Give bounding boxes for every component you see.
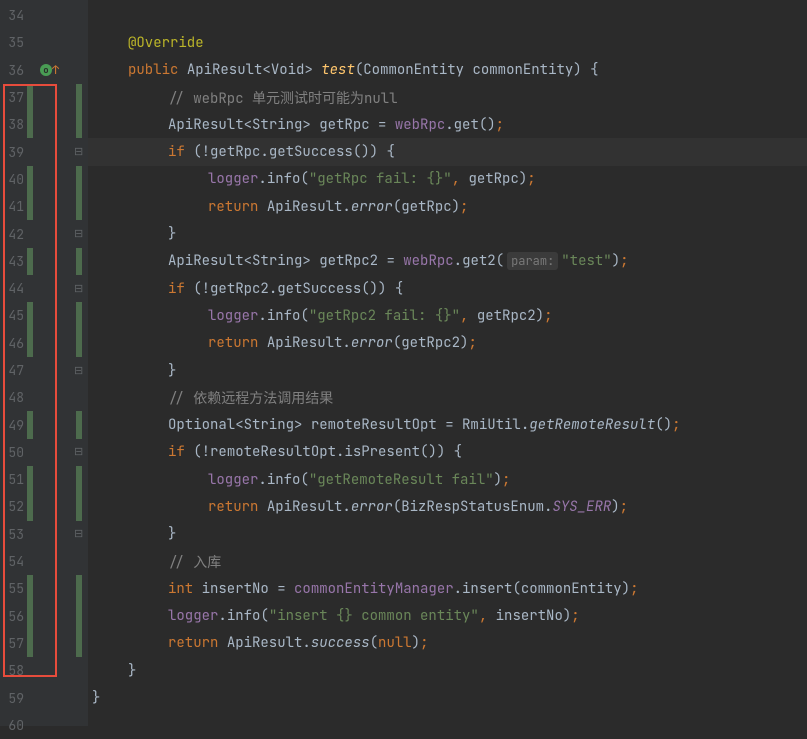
vcs-change-marker xyxy=(76,84,82,111)
line-number: 36 xyxy=(0,62,24,79)
vcs-change-marker xyxy=(27,493,33,520)
gutter: 34 35 36 o↑ 37 38 39 ⊟ 40 41 42 ⊟ 43 44 ⊟ 45… xyxy=(0,0,88,726)
vcs-change-marker xyxy=(27,330,33,357)
code-line[interactable]: return ApiResult.error(getRpc2); xyxy=(88,330,807,357)
line-number: 60 xyxy=(0,717,24,734)
code-line[interactable]: ApiResult<String> getRpc = webRpc.get(); xyxy=(88,111,807,138)
line-number: 53 xyxy=(0,526,24,543)
vcs-change-marker xyxy=(27,111,33,138)
line-number: 44 xyxy=(0,280,24,297)
vcs-change-marker xyxy=(76,302,82,329)
code-line[interactable]: } xyxy=(88,357,807,384)
code-line[interactable]: int insertNo = commonEntityManager.inser… xyxy=(88,575,807,602)
line-number: 37 xyxy=(0,89,24,106)
code-line[interactable]: Optional<String> remoteResultOpt = RmiUt… xyxy=(88,411,807,438)
code-line[interactable]: logger.info("insert {} common entity", i… xyxy=(88,603,807,630)
code-line[interactable]: return ApiResult.error(BizRespStatusEnum… xyxy=(88,493,807,520)
code-line[interactable]: // 入库 xyxy=(88,548,807,575)
code-line[interactable]: } xyxy=(88,657,807,684)
line-number: 47 xyxy=(0,362,24,379)
line-number: 46 xyxy=(0,335,24,352)
code-line[interactable]: } xyxy=(88,521,807,548)
code-line[interactable]: // webRpc 单元测试时可能为null xyxy=(88,84,807,111)
vcs-change-marker xyxy=(76,575,82,602)
vcs-change-marker xyxy=(76,493,82,520)
line-number: 43 xyxy=(0,253,24,270)
fold-icon[interactable]: ⊟ xyxy=(74,282,83,296)
line-number: 40 xyxy=(0,171,24,188)
line-number: 38 xyxy=(0,116,24,133)
code-line[interactable]: logger.info("getRpc fail: {}", getRpc); xyxy=(88,166,807,193)
vcs-change-marker xyxy=(76,166,82,193)
line-number: 48 xyxy=(0,389,24,406)
line-number: 49 xyxy=(0,417,24,434)
vcs-change-marker xyxy=(27,193,33,220)
line-number: 45 xyxy=(0,307,24,324)
vcs-change-marker xyxy=(76,248,82,275)
vcs-change-marker xyxy=(76,111,82,138)
fold-icon[interactable]: ⊟ xyxy=(74,445,83,459)
code-line[interactable]: } xyxy=(88,220,807,247)
vcs-change-marker xyxy=(76,193,82,220)
code-line-current[interactable]: if (!getRpc.getSuccess()) { xyxy=(88,138,807,165)
vcs-change-marker xyxy=(76,411,82,438)
code-line[interactable]: } xyxy=(88,684,807,711)
code-area[interactable]: @Override public ApiResult<Void> test(Co… xyxy=(88,0,807,726)
vcs-change-marker xyxy=(27,603,33,630)
line-number: 34 xyxy=(0,7,24,24)
code-line[interactable]: return ApiResult.error(getRpc); xyxy=(88,193,807,220)
fold-icon[interactable]: ⊟ xyxy=(74,527,83,541)
vcs-change-marker xyxy=(27,302,33,329)
line-number: 50 xyxy=(0,444,24,461)
annotation: @Override xyxy=(128,34,204,52)
fold-icon[interactable]: ⊟ xyxy=(74,227,83,241)
code-line[interactable]: public ApiResult<Void> test(CommonEntity… xyxy=(88,57,807,84)
line-number: 52 xyxy=(0,498,24,515)
line-number: 57 xyxy=(0,635,24,652)
code-line[interactable]: if (!getRpc2.getSuccess()) { xyxy=(88,275,807,302)
code-line[interactable]: // 依赖远程方法调用结果 xyxy=(88,384,807,411)
vcs-change-marker xyxy=(76,330,82,357)
code-line[interactable]: @Override xyxy=(88,29,807,56)
override-up-icon[interactable]: ↑ xyxy=(52,62,59,78)
vcs-change-marker xyxy=(76,630,82,657)
vcs-change-marker xyxy=(27,466,33,493)
line-number: 39 xyxy=(0,144,24,161)
code-line[interactable]: return ApiResult.success(null); xyxy=(88,630,807,657)
line-number: 54 xyxy=(0,553,24,570)
line-number: 56 xyxy=(0,608,24,625)
line-number: 59 xyxy=(0,690,24,707)
line-number: 42 xyxy=(0,226,24,243)
vcs-change-marker xyxy=(27,575,33,602)
fold-icon[interactable]: ⊟ xyxy=(74,364,83,378)
line-number: 35 xyxy=(0,34,24,51)
code-line[interactable] xyxy=(88,712,807,739)
code-line[interactable]: logger.info("getRpc2 fail: {}", getRpc2)… xyxy=(88,302,807,329)
code-line[interactable] xyxy=(88,2,807,29)
code-editor[interactable]: 34 35 36 o↑ 37 38 39 ⊟ 40 41 42 ⊟ 43 44 ⊟ 45… xyxy=(0,0,807,726)
vcs-change-marker xyxy=(27,411,33,438)
line-number: 58 xyxy=(0,662,24,679)
line-number: 55 xyxy=(0,580,24,597)
code-line[interactable]: ApiResult<String> getRpc2 = webRpc.get2(… xyxy=(88,248,807,275)
fold-icon[interactable]: ⊟ xyxy=(74,145,83,159)
vcs-change-marker xyxy=(76,466,82,493)
code-line[interactable]: logger.info("getRemoteResult fail"); xyxy=(88,466,807,493)
code-line[interactable]: if (!remoteResultOpt.isPresent()) { xyxy=(88,439,807,466)
vcs-change-marker xyxy=(76,603,82,630)
line-number: 41 xyxy=(0,198,24,215)
vcs-change-marker xyxy=(27,248,33,275)
vcs-change-marker xyxy=(27,166,33,193)
vcs-change-marker xyxy=(27,84,33,111)
vcs-change-marker xyxy=(27,630,33,657)
parameter-hint: param: xyxy=(507,252,558,270)
line-number: 51 xyxy=(0,471,24,488)
override-gutter-icon[interactable]: o xyxy=(40,64,52,76)
